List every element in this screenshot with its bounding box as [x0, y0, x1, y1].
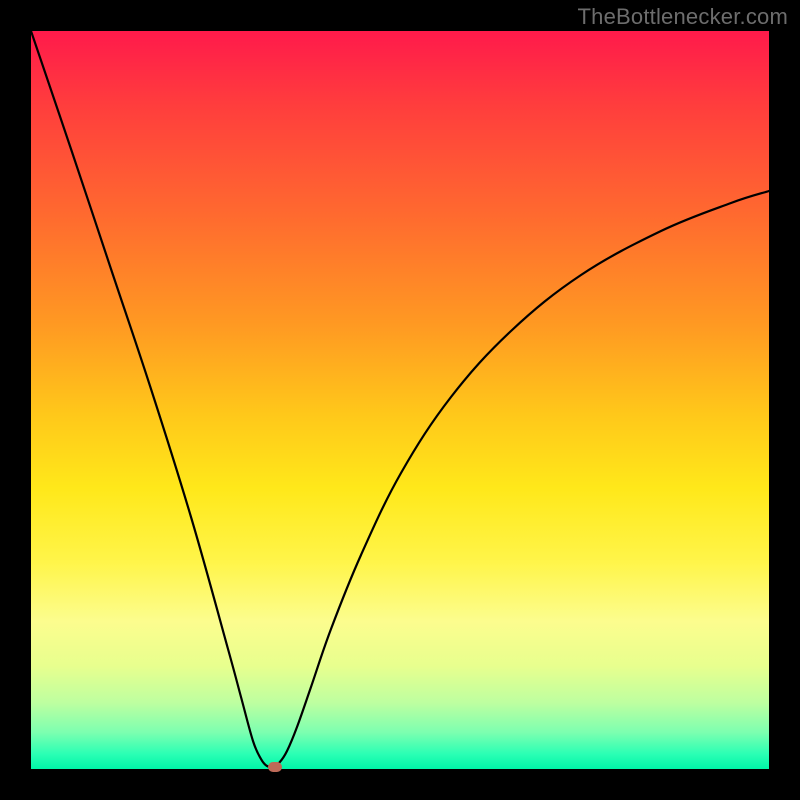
attribution-text: TheBottlenecker.com	[578, 4, 788, 30]
curve-svg	[31, 31, 769, 769]
plot-area	[31, 31, 769, 769]
chart-frame: TheBottlenecker.com	[0, 0, 800, 800]
optimal-point-marker	[268, 762, 282, 772]
bottleneck-curve	[31, 31, 769, 767]
